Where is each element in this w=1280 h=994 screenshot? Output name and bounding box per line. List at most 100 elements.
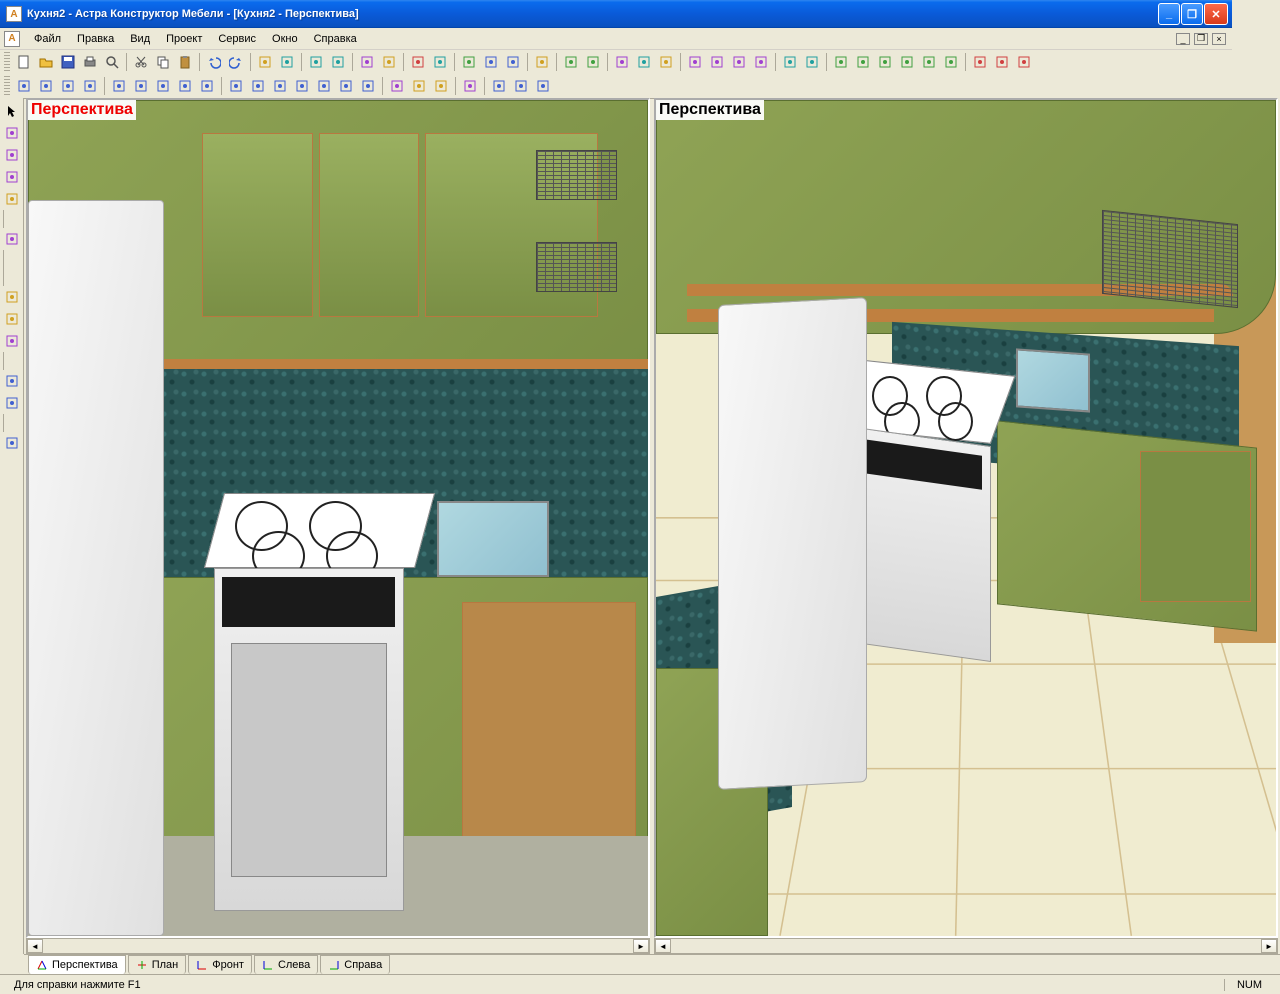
viewport-right[interactable]: Перспектива	[654, 98, 1278, 938]
mat1-button[interactable]	[685, 52, 705, 72]
copy-button[interactable]	[153, 52, 173, 72]
ext-button[interactable]	[431, 76, 451, 96]
close-button[interactable]: ✕	[1204, 3, 1228, 25]
minimize-button[interactable]: _	[1158, 3, 1180, 25]
rot-button[interactable]	[2, 309, 22, 329]
dist-v-button[interactable]	[992, 52, 1012, 72]
rect-button[interactable]	[2, 145, 22, 165]
color-button[interactable]	[277, 52, 297, 72]
align-l-button[interactable]	[831, 52, 851, 72]
scroll-left-icon[interactable]: ◄	[655, 939, 671, 953]
box-button[interactable]	[255, 52, 275, 72]
mat2-button[interactable]	[707, 52, 727, 72]
hscrollbar-left[interactable]: ◄►	[26, 938, 650, 954]
cyl-button[interactable]	[409, 76, 429, 96]
m4-button[interactable]	[80, 76, 100, 96]
align-t-button[interactable]	[897, 52, 917, 72]
viewport-left[interactable]: Перспектива	[26, 98, 650, 938]
p6-button[interactable]	[336, 76, 356, 96]
g2-button[interactable]	[2, 393, 22, 413]
undo-button[interactable]	[204, 52, 224, 72]
menu-view[interactable]: Вид	[122, 30, 158, 48]
d4-button[interactable]	[175, 76, 195, 96]
gripper-icon[interactable]	[4, 52, 10, 72]
menubar-app-icon[interactable]: A	[4, 31, 20, 47]
tab-front[interactable]: Фронт	[188, 955, 252, 974]
menu-help[interactable]: Справка	[306, 30, 365, 48]
shade-button[interactable]	[634, 52, 654, 72]
m2-button[interactable]	[36, 76, 56, 96]
edge-button[interactable]	[2, 229, 22, 249]
line-button[interactable]	[2, 123, 22, 143]
tree-button[interactable]	[357, 52, 377, 72]
new-button[interactable]	[14, 52, 34, 72]
align-b-button[interactable]	[941, 52, 961, 72]
redo-button[interactable]	[226, 52, 246, 72]
sum-button[interactable]	[379, 52, 399, 72]
tab-left[interactable]: Слева	[254, 955, 318, 974]
gripper-icon[interactable]	[4, 76, 10, 96]
mat4-button[interactable]	[751, 52, 771, 72]
mdi-minimize-button[interactable]: _	[1176, 33, 1190, 45]
zoom-in-button[interactable]	[459, 52, 479, 72]
m3-button[interactable]	[58, 76, 78, 96]
wire-button[interactable]	[612, 52, 632, 72]
print-button[interactable]	[80, 52, 100, 72]
g1-button[interactable]	[2, 371, 22, 391]
scroll-right-icon[interactable]: ►	[1261, 939, 1277, 953]
d2-button[interactable]	[131, 76, 151, 96]
mdi-restore-button[interactable]: ❐	[1194, 33, 1208, 45]
p2-button[interactable]	[248, 76, 268, 96]
report-button[interactable]	[408, 52, 428, 72]
m1-button[interactable]	[14, 76, 34, 96]
p3-button[interactable]	[270, 76, 290, 96]
tex-button[interactable]	[656, 52, 676, 72]
dist-s-button[interactable]	[1014, 52, 1034, 72]
align-c-button[interactable]	[853, 52, 873, 72]
drill-button[interactable]	[306, 52, 326, 72]
dist-h-button[interactable]	[970, 52, 990, 72]
tab-plan[interactable]: План	[128, 955, 187, 974]
paste-button[interactable]	[175, 52, 195, 72]
cut-button[interactable]	[131, 52, 151, 72]
h2-button[interactable]	[511, 76, 531, 96]
g3-button[interactable]	[2, 433, 22, 453]
zoom-fit-button[interactable]	[503, 52, 523, 72]
hscrollbar-right[interactable]: ◄►	[654, 938, 1278, 954]
d3-button[interactable]	[153, 76, 173, 96]
p5-button[interactable]	[314, 76, 334, 96]
tab-right[interactable]: Справа	[320, 955, 390, 974]
table-button[interactable]	[430, 52, 450, 72]
cube-button[interactable]	[387, 76, 407, 96]
p7-button[interactable]	[358, 76, 378, 96]
mat3-button[interactable]	[729, 52, 749, 72]
tab-perspective[interactable]: Перспектива	[28, 955, 126, 974]
scroll-left-icon[interactable]: ◄	[27, 939, 43, 953]
h3-button[interactable]	[533, 76, 553, 96]
path-button[interactable]	[460, 76, 480, 96]
screw-button[interactable]	[328, 52, 348, 72]
sel-box-button[interactable]	[583, 52, 603, 72]
d5-button[interactable]	[197, 76, 217, 96]
rot2-button[interactable]	[2, 331, 22, 351]
cursor-button[interactable]	[2, 101, 22, 121]
pan-button[interactable]	[532, 52, 552, 72]
d1-button[interactable]	[109, 76, 129, 96]
menu-edit[interactable]: Правка	[69, 30, 122, 48]
menu-file[interactable]: Файл	[26, 30, 69, 48]
mdi-close-button[interactable]: ×	[1212, 33, 1226, 45]
open-button[interactable]	[36, 52, 56, 72]
menu-project[interactable]: Проект	[158, 30, 210, 48]
calc2-button[interactable]	[802, 52, 822, 72]
zoom-out-button[interactable]	[481, 52, 501, 72]
mir-button[interactable]	[2, 287, 22, 307]
p4-button[interactable]	[292, 76, 312, 96]
preview-button[interactable]	[102, 52, 122, 72]
p1-button[interactable]	[226, 76, 246, 96]
align-m-button[interactable]	[919, 52, 939, 72]
menu-service[interactable]: Сервис	[210, 30, 264, 48]
save-button[interactable]	[58, 52, 78, 72]
sel-all-button[interactable]	[561, 52, 581, 72]
calc1-button[interactable]	[780, 52, 800, 72]
h1-button[interactable]	[489, 76, 509, 96]
